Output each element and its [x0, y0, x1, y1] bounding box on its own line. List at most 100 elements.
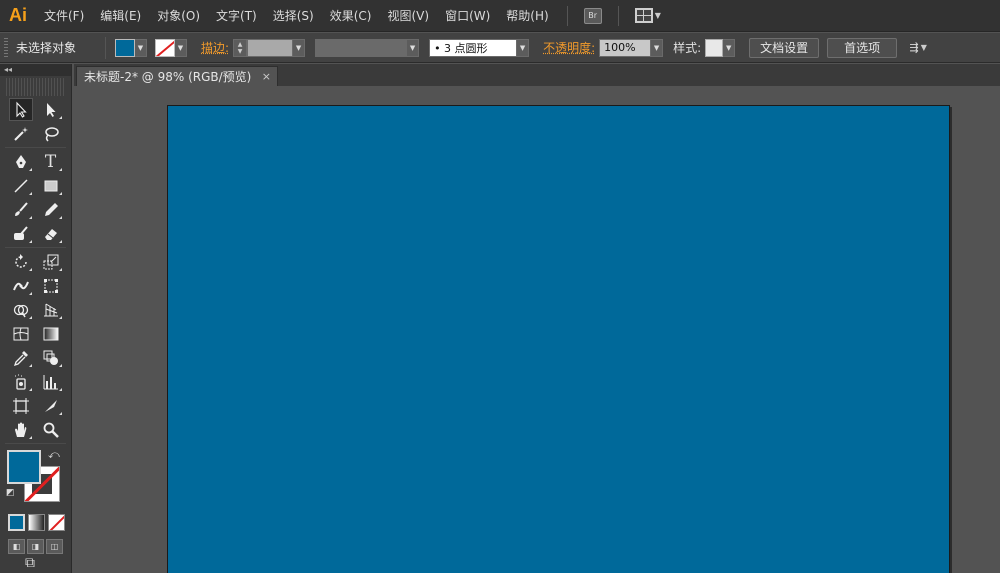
stroke-color-dropdown[interactable]: ▼ [155, 38, 187, 58]
graphic-style-dropdown[interactable]: ▼ [705, 38, 736, 57]
chevron-down-icon: ▼ [407, 38, 420, 57]
stroke-weight-stepper[interactable]: ▲ ▼ [233, 38, 248, 57]
opacity-field[interactable]: 100% ▼ [599, 38, 664, 57]
rectangle-icon [44, 180, 57, 191]
artboard-tool[interactable] [9, 394, 33, 417]
gradient-mode-button[interactable] [28, 514, 45, 531]
menu-separator [566, 5, 568, 26]
slice-tool[interactable] [39, 394, 63, 417]
draw-normal-icon[interactable]: ◧ [8, 539, 25, 554]
fill-color-dropdown[interactable]: ▼ [115, 38, 147, 58]
artboard[interactable] [167, 105, 950, 573]
direct-selection-tool[interactable] [39, 98, 63, 121]
none-mode-button[interactable] [48, 514, 65, 531]
menu-edit[interactable]: 编辑(E) [92, 0, 149, 32]
variable-width-profile[interactable]: ▼ [315, 38, 420, 57]
document-tab-bar: 未标题-2* @ 98% (RGB/预览) × [74, 64, 1000, 86]
color-mode-button[interactable] [8, 514, 25, 531]
blob-brush-tool[interactable] [9, 222, 33, 245]
tools-panel: ◂◂ T ⤺ ◩ ◧ ◨ ◫ ⧉ [0, 64, 72, 573]
menu-type[interactable]: 文字(T) [208, 0, 265, 32]
canvas-pasteboard[interactable] [74, 86, 1000, 573]
menu-bar: Ai 文件(F) 编辑(E) 对象(O) 文字(T) 选择(S) 效果(C) 视… [0, 0, 1000, 32]
gradient-tool[interactable] [39, 322, 63, 345]
draw-inside-icon[interactable]: ◫ [46, 539, 63, 554]
draw-behind-icon[interactable]: ◨ [27, 539, 44, 554]
shape-builder-tool[interactable] [9, 298, 33, 321]
panel-grip[interactable] [4, 37, 8, 58]
eyedropper-icon [13, 350, 28, 366]
chevron-down-icon: ▼ [135, 38, 147, 57]
zoom-tool[interactable] [39, 418, 63, 441]
hand-icon [14, 422, 26, 437]
pen-tool[interactable] [9, 150, 33, 173]
stroke-weight-input[interactable] [247, 38, 294, 57]
preferences-button[interactable]: 首选项 [827, 37, 898, 58]
width-tool-icon [12, 281, 29, 290]
stroke-weight-dropdown[interactable]: ▼ [293, 38, 306, 57]
arrange-documents-icon [634, 8, 653, 23]
opacity-panel-link[interactable]: 不透明度: [543, 39, 595, 56]
panel-menu-icon: ⇶ [909, 41, 919, 54]
blend-tool[interactable] [39, 346, 63, 369]
paintbrush-icon [14, 201, 28, 216]
eraser-tool[interactable] [39, 222, 63, 245]
control-bar: 未选择对象 ▼ ▼ 描边: ▲ ▼ ▼ ▼ • 3 点圆形 ▼ 不透明度: 100… [0, 33, 1000, 63]
mesh-icon [13, 327, 28, 340]
chevron-down-icon: ▼ [920, 43, 927, 52]
type-t-icon: T [44, 151, 57, 172]
mesh-tool[interactable] [9, 322, 33, 345]
collapse-panel-button[interactable]: ◂◂ [0, 64, 71, 76]
rotate-tool[interactable] [9, 250, 33, 273]
close-icon[interactable]: × [262, 70, 271, 83]
rotate-icon [14, 253, 27, 268]
pencil-tool[interactable] [39, 198, 63, 221]
perspective-grid-icon [43, 303, 58, 316]
screen-mode-icon[interactable]: ⧉ [25, 555, 35, 571]
menu-help[interactable]: 帮助(H) [498, 0, 556, 32]
fill-swatch [115, 38, 135, 57]
brush-definition[interactable]: • 3 点圆形 ▼ [429, 38, 530, 57]
eyedropper-tool[interactable] [9, 346, 33, 369]
menu-object[interactable]: 对象(O) [149, 0, 208, 32]
document-tab[interactable]: 未标题-2* @ 98% (RGB/预览) × [76, 66, 278, 86]
blob-brush-icon [13, 225, 28, 240]
panel-menu-button[interactable]: ⇶ ▼ [907, 40, 929, 56]
column-graph-tool[interactable] [39, 370, 63, 393]
paintbrush-tool[interactable] [9, 198, 33, 221]
magnifier-icon [43, 422, 59, 438]
slice-knife-icon [44, 399, 57, 412]
bridge-button[interactable]: Br [583, 5, 602, 27]
rectangle-tool[interactable] [39, 174, 63, 197]
panel-grip[interactable] [6, 78, 65, 96]
width-tool[interactable] [9, 274, 33, 297]
type-tool[interactable]: T [39, 150, 63, 173]
fill-color-box[interactable] [7, 450, 41, 484]
pencil-icon [44, 202, 58, 216]
menu-select[interactable]: 选择(S) [265, 0, 322, 32]
default-fill-stroke-icon[interactable]: ◩ [6, 488, 15, 498]
lasso-tool[interactable] [39, 122, 63, 145]
stroke-panel-link[interactable]: 描边: [201, 39, 229, 56]
perspective-grid-tool[interactable] [39, 298, 63, 321]
lasso-icon [44, 126, 59, 142]
selection-arrow-icon [15, 101, 27, 118]
scale-icon [43, 254, 58, 269]
magic-wand-tool[interactable] [9, 122, 33, 145]
app-logo: Ai [9, 5, 27, 25]
line-segment-tool[interactable] [9, 174, 33, 197]
scale-tool[interactable] [39, 250, 63, 273]
menu-effect[interactable]: 效果(C) [322, 0, 380, 32]
workspace-switcher[interactable]: ▼ [634, 5, 661, 27]
document-setup-button[interactable]: 文档设置 [749, 37, 820, 58]
symbol-sprayer-tool[interactable] [9, 370, 33, 393]
menu-window[interactable]: 窗口(W) [437, 0, 498, 32]
hand-tool[interactable] [9, 418, 33, 441]
selection-tool[interactable] [8, 98, 33, 121]
menu-view[interactable]: 视图(V) [379, 0, 437, 32]
menu-file[interactable]: 文件(F) [36, 0, 92, 32]
swap-fill-stroke-icon[interactable]: ⤺ [48, 448, 60, 462]
magic-wand-icon [13, 126, 28, 141]
free-transform-tool[interactable] [39, 274, 63, 297]
stroke-none-swatch [155, 38, 175, 57]
